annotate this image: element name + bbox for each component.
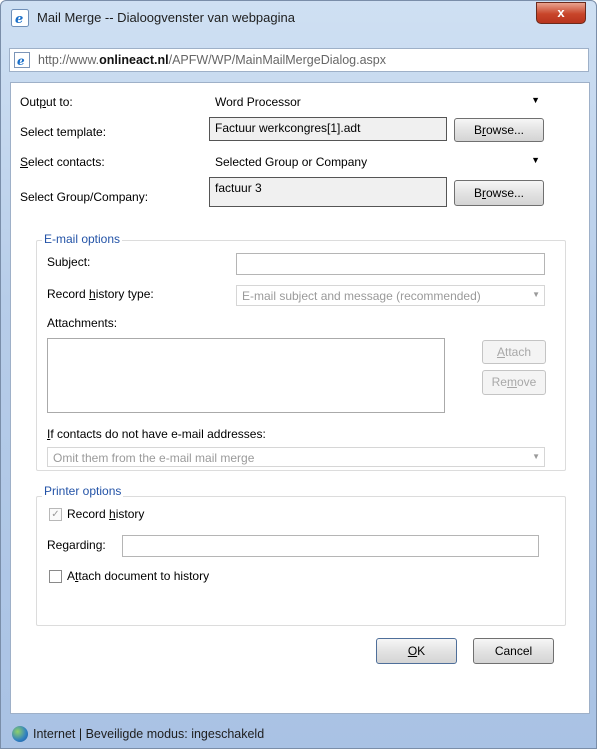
attach-button[interactable]: Attach xyxy=(482,340,546,364)
no-email-label: If contacts do not have e-mail addresses… xyxy=(47,427,266,441)
output-to-value: Word Processor xyxy=(215,95,301,109)
regarding-input[interactable] xyxy=(122,535,539,557)
group-label: Select Group/Company: xyxy=(20,190,149,204)
ie-icon: e xyxy=(11,9,29,27)
url-prefix: http://www. xyxy=(38,53,100,67)
history-type-select[interactable]: E-mail subject and message (recommended)… xyxy=(236,285,545,306)
history-type-value: E-mail subject and message (recommended) xyxy=(242,289,481,303)
address-bar: e http://www.onlineact.nl/APFW/WP/MainMa… xyxy=(9,48,589,72)
template-label: Select template: xyxy=(20,125,107,139)
chevron-down-icon: ▼ xyxy=(532,290,540,299)
chevron-down-icon: ▼ xyxy=(531,155,540,165)
contacts-value: Selected Group or Company xyxy=(215,155,368,169)
record-history-label: Record history xyxy=(67,507,145,521)
svg-text:e: e xyxy=(15,12,23,27)
cancel-button[interactable]: Cancel xyxy=(473,638,554,664)
email-options-legend: E-mail options xyxy=(42,232,123,246)
template-value: Factuur werkcongres[1].adt xyxy=(215,121,361,135)
svg-text:e: e xyxy=(17,54,25,68)
no-email-value: Omit them from the e-mail mail merge xyxy=(53,451,255,465)
printer-options-legend: Printer options xyxy=(42,484,124,498)
chevron-down-icon: ▼ xyxy=(531,95,540,105)
attachments-label: Attachments: xyxy=(47,316,118,330)
regarding-label: Regarding: xyxy=(47,538,106,552)
url-path: /APFW/WP/MainMailMergeDialog.aspx xyxy=(168,53,387,67)
close-button[interactable]: x xyxy=(536,2,586,24)
contacts-label: Select contacts: xyxy=(20,155,105,169)
ok-button[interactable]: OK xyxy=(376,638,457,664)
attach-document-label: Attach document to history xyxy=(67,569,210,583)
globe-icon xyxy=(12,726,28,742)
record-history-checkbox[interactable]: ✓ xyxy=(49,508,62,521)
title-bar: e Mail Merge -- Dialoogvenster van webpa… xyxy=(1,1,597,35)
ie-page-icon: e xyxy=(14,52,30,68)
attach-document-checkbox[interactable] xyxy=(49,570,62,583)
attachments-list[interactable] xyxy=(47,338,445,413)
subject-input[interactable] xyxy=(236,253,545,275)
group-field: factuur 3 xyxy=(209,177,447,207)
no-email-select[interactable]: Omit them from the e-mail mail merge ▼ xyxy=(47,447,545,467)
template-browse-button[interactable]: Browse... xyxy=(454,118,544,142)
dialog-content: Output to: Word Processor ▼ Select templ… xyxy=(10,82,590,714)
group-value: factuur 3 xyxy=(215,181,262,195)
chevron-down-icon: ▼ xyxy=(532,452,540,461)
subject-label: Subject: xyxy=(47,255,91,269)
output-to-label: Output to: xyxy=(20,95,73,109)
address-url: http://www.onlineact.nl/APFW/WP/MainMail… xyxy=(38,53,386,67)
history-type-label: Record history type: xyxy=(47,287,154,301)
url-domain: onlineact.nl xyxy=(99,53,169,67)
remove-button[interactable]: Remove xyxy=(482,370,546,395)
group-browse-button[interactable]: Browse... xyxy=(454,180,544,206)
window-title: Mail Merge -- Dialoogvenster van webpagi… xyxy=(37,10,295,25)
dialog-window: e Mail Merge -- Dialoogvenster van webpa… xyxy=(0,0,597,749)
output-to-select[interactable]: Word Processor ▼ xyxy=(209,91,545,111)
contacts-select[interactable]: Selected Group or Company ▼ xyxy=(209,151,545,171)
template-field: Factuur werkcongres[1].adt xyxy=(209,117,447,141)
status-text: Internet | Beveiligde modus: ingeschakel… xyxy=(33,727,265,741)
checkmark-icon: ✓ xyxy=(51,509,60,520)
status-bar: Internet | Beveiligde modus: ingeschakel… xyxy=(1,714,597,750)
